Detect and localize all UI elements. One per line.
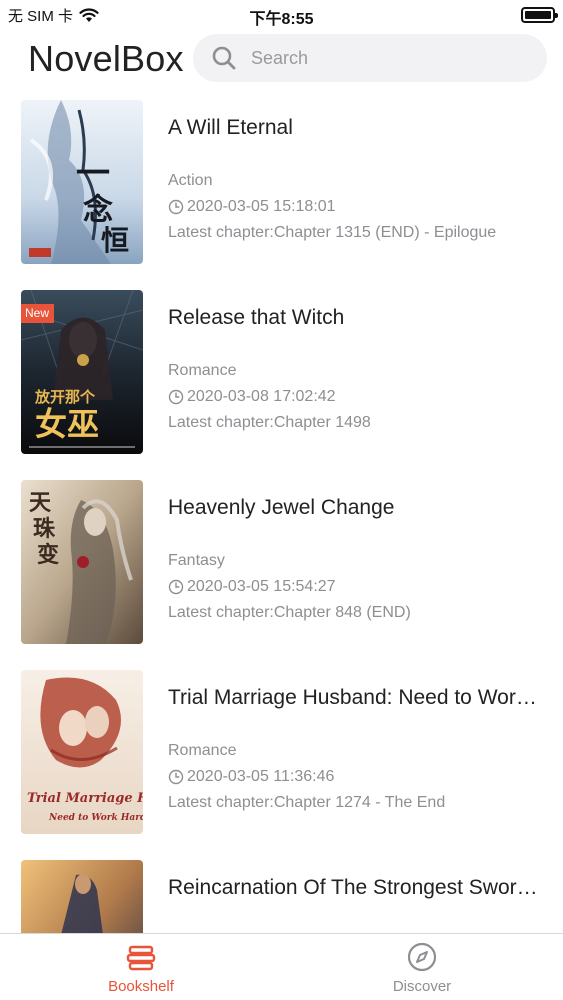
book-updated: 2020-03-08 17:02:42 xyxy=(168,388,336,406)
battery-icon xyxy=(521,7,558,23)
book-cover: 一 念 恒 xyxy=(21,100,143,264)
book-genre: Romance xyxy=(168,742,237,759)
book-latest-chapter: Latest chapter:Chapter 1315 (END) - Epil… xyxy=(168,224,497,241)
book-title: A Will Eternal xyxy=(168,116,293,139)
tab-label: Discover xyxy=(392,978,452,995)
svg-text:变: 变 xyxy=(37,542,59,568)
svg-text:Trial Marriage Husband:: Trial Marriage Husband: xyxy=(27,791,143,806)
book-updated-text: 2020-03-05 11:36:46 xyxy=(187,768,335,785)
app-title: NovelBox xyxy=(28,38,184,79)
book-item[interactable]: Reincarnation Of The Strongest Sword God xyxy=(0,860,563,933)
status-bar: 无 SIM 卡 下午8:55 xyxy=(0,0,563,30)
svg-text:念: 念 xyxy=(83,193,113,228)
book-cover: 天 珠 变 xyxy=(21,480,143,644)
book-title: Heavenly Jewel Change xyxy=(168,496,395,519)
svg-text:天: 天 xyxy=(29,490,52,516)
book-latest-chapter: Latest chapter:Chapter 1274 - The End xyxy=(168,794,446,811)
book-updated-text: 2020-03-05 15:54:27 xyxy=(187,578,336,595)
book-updated-text: 2020-03-05 15:18:01 xyxy=(187,198,336,215)
svg-text:放开那个: 放开那个 xyxy=(34,388,96,406)
svg-text:珠: 珠 xyxy=(33,516,56,542)
search-icon xyxy=(212,46,236,70)
clock: 下午8:55 xyxy=(249,11,314,28)
book-title: Release that Witch xyxy=(168,306,345,329)
clock-icon xyxy=(168,199,184,215)
search-input[interactable] xyxy=(251,47,511,69)
book-item[interactable]: 天 珠 变 Heavenly Jewel Change Fantasy 2020… xyxy=(0,480,563,644)
book-title: Reincarnation Of The Strongest Sword God xyxy=(168,876,538,899)
book-genre: Fantasy xyxy=(168,552,225,569)
compass-icon xyxy=(407,942,437,972)
tab-bar: Bookshelf Discover xyxy=(0,933,563,1000)
book-cover: Trial Marriage Husband: Need to Work Har… xyxy=(21,670,143,834)
book-updated: 2020-03-05 15:18:01 xyxy=(168,198,336,216)
bookshelf-icon xyxy=(126,945,156,971)
tab-label: Bookshelf xyxy=(108,978,174,995)
new-badge: New xyxy=(21,304,55,323)
svg-text:一: 一 xyxy=(76,154,110,194)
book-latest-chapter: Latest chapter:Chapter 1498 xyxy=(168,414,371,431)
svg-text:女巫: 女巫 xyxy=(35,405,99,443)
book-genre: Action xyxy=(168,172,213,189)
book-updated: 2020-03-05 15:54:27 xyxy=(168,578,336,596)
book-updated-text: 2020-03-08 17:02:42 xyxy=(187,388,336,405)
book-genre: Romance xyxy=(168,362,237,379)
book-item[interactable]: 放开那个 女巫 New Release that Witch Romance 2… xyxy=(0,290,563,454)
book-updated: 2020-03-05 11:36:46 xyxy=(168,768,334,786)
clock-icon xyxy=(168,389,184,405)
book-list[interactable]: 一 念 恒 A Will Eternal Action 2020-03-05 1… xyxy=(0,100,563,933)
svg-text:Need to Work Hard: Need to Work Hard xyxy=(48,813,143,823)
book-cover: 放开那个 女巫 New xyxy=(21,290,143,454)
book-item[interactable]: Trial Marriage Husband: Need to Work Har… xyxy=(0,670,563,834)
svg-text:恒: 恒 xyxy=(101,224,129,257)
tab-discover[interactable]: Discover xyxy=(352,942,492,995)
book-latest-chapter: Latest chapter:Chapter 848 (END) xyxy=(168,604,411,621)
book-title: Trial Marriage Husband: Need to Work Har… xyxy=(168,686,538,709)
book-cover xyxy=(21,860,143,933)
book-item[interactable]: 一 念 恒 A Will Eternal Action 2020-03-05 1… xyxy=(0,100,563,264)
clock-icon xyxy=(168,769,184,785)
tab-bookshelf[interactable]: Bookshelf xyxy=(71,942,211,995)
clock-icon xyxy=(168,579,184,595)
search-bar[interactable] xyxy=(193,34,547,82)
